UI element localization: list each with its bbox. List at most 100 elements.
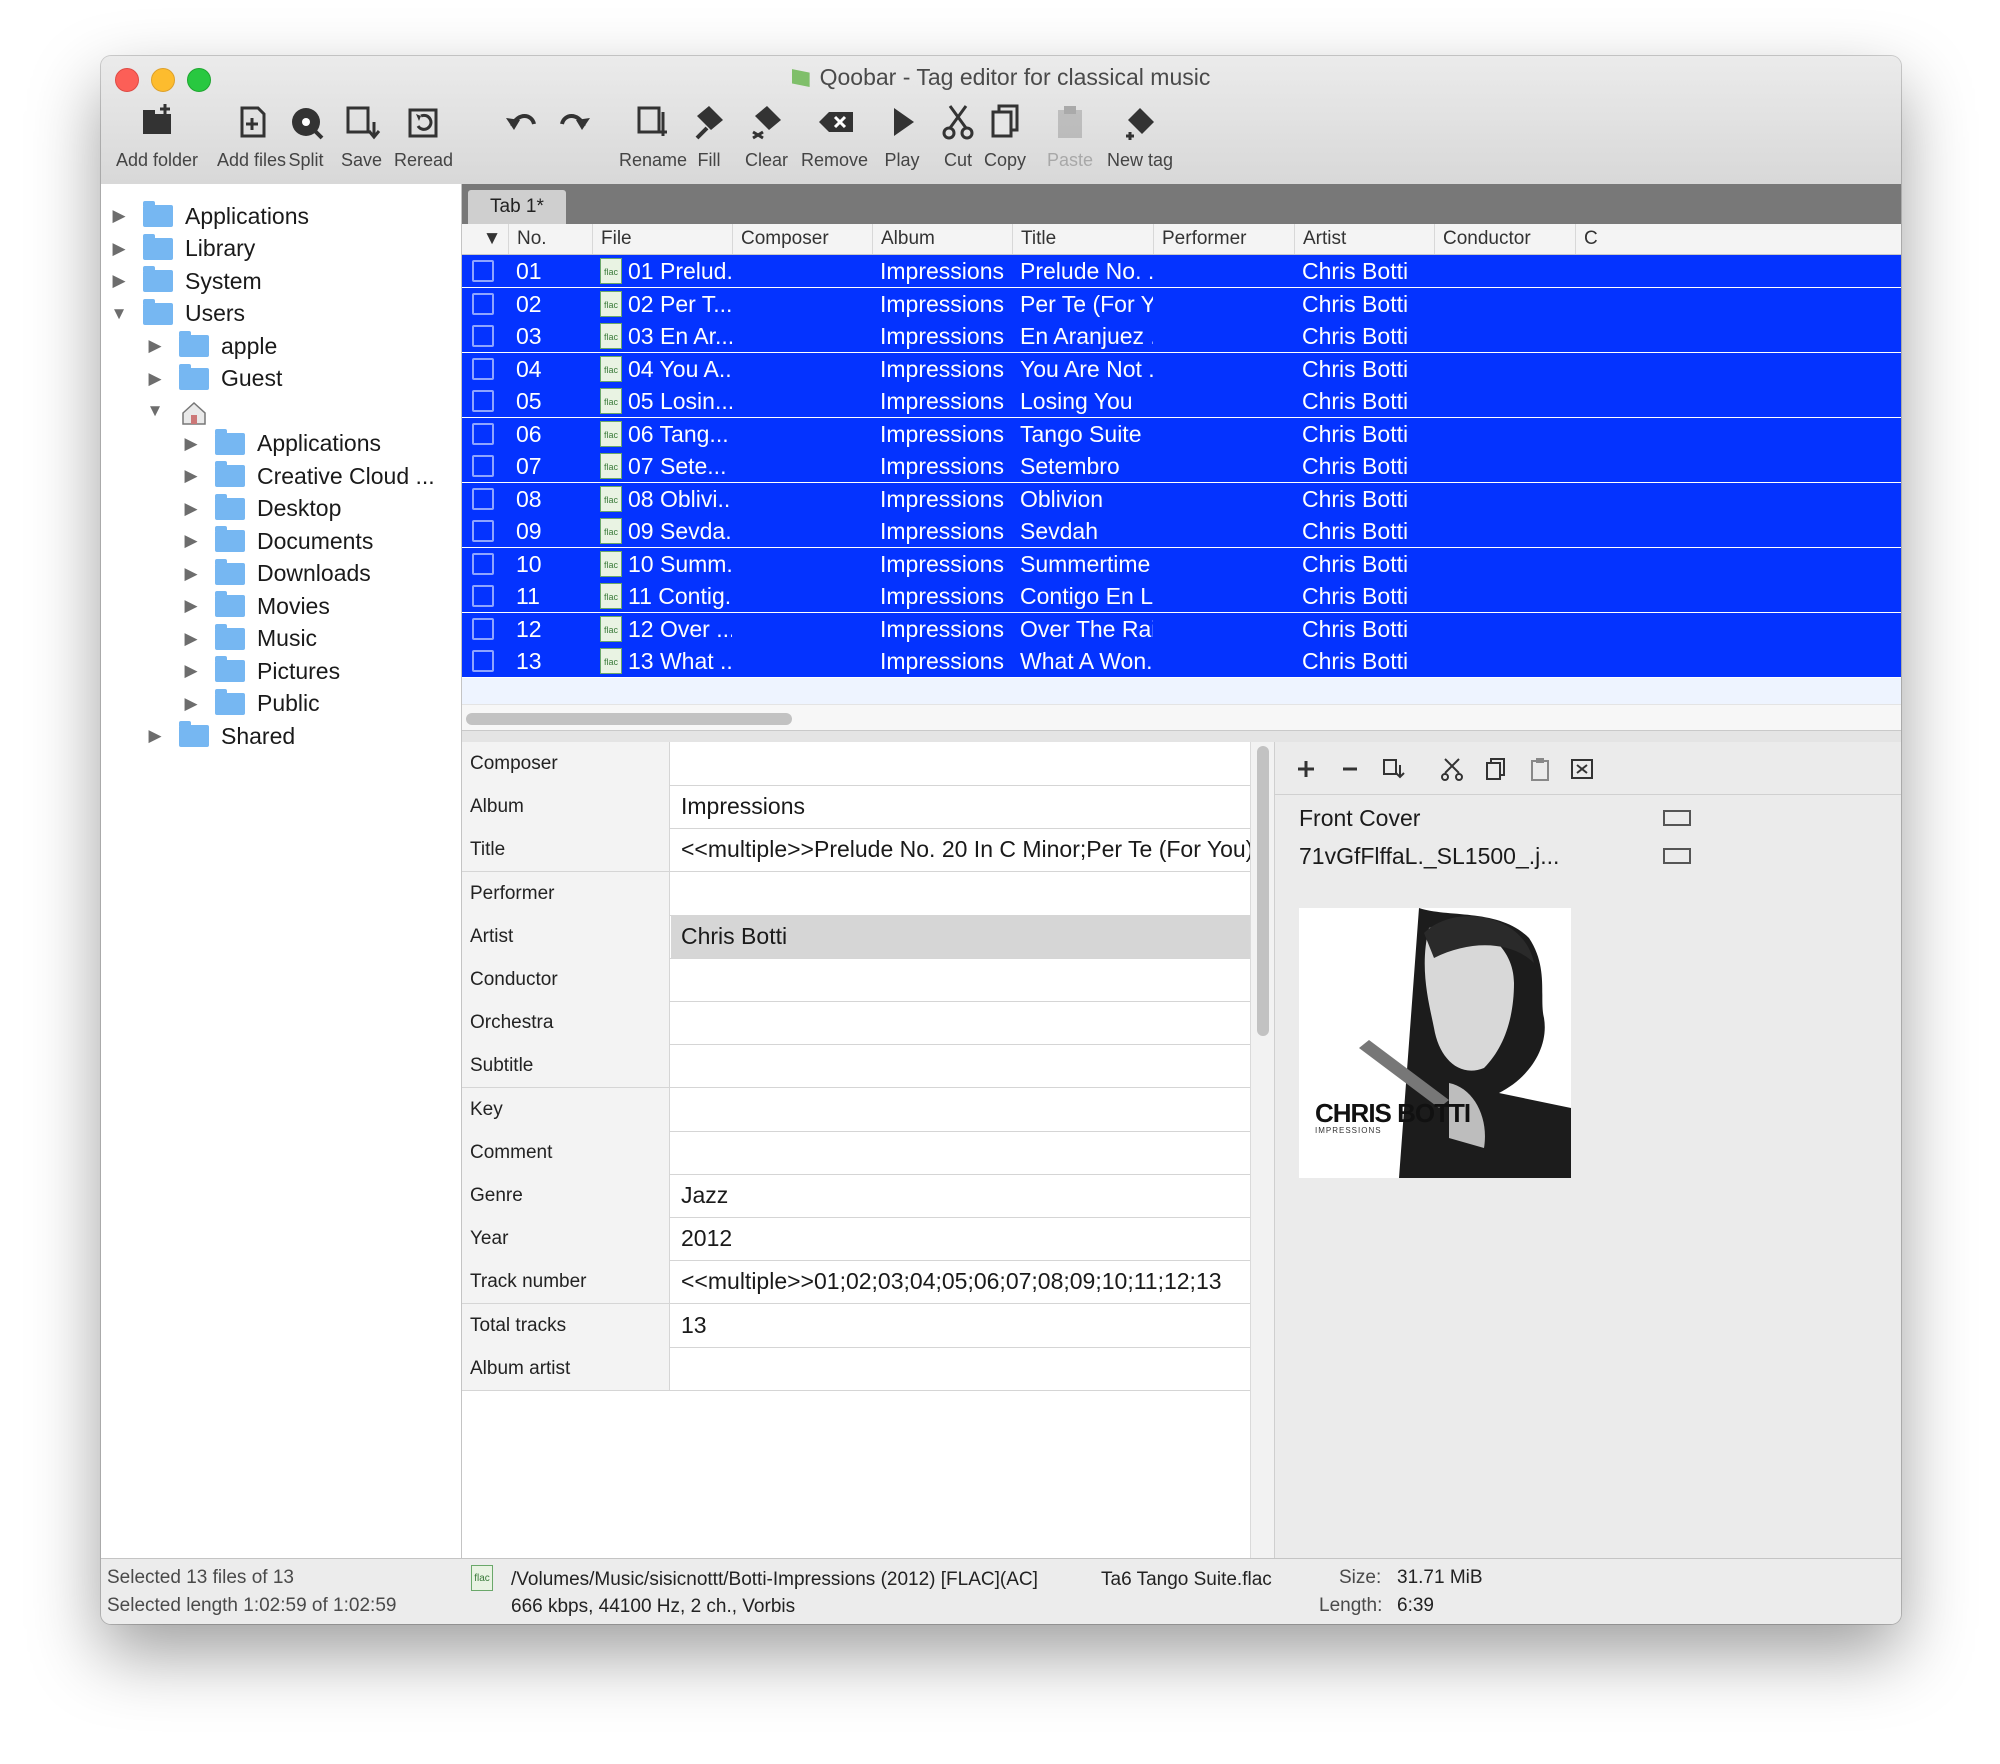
column-header[interactable]: No. [508, 224, 592, 254]
undo-button[interactable] [502, 102, 542, 182]
remove-image-button[interactable] [1333, 752, 1367, 786]
artwork-type-picker-icon[interactable] [1663, 810, 1691, 826]
property-value-field[interactable]: 2012 [671, 1217, 1250, 1260]
disclosure-collapsed-icon[interactable]: ▶ [181, 466, 201, 486]
property-row[interactable]: Composer [462, 742, 1250, 786]
column-header[interactable]: Performer [1153, 224, 1294, 254]
property-value-field[interactable] [671, 1044, 1250, 1087]
property-row[interactable]: Subtitle [462, 1044, 1250, 1089]
property-value-field[interactable]: Chris Botti [671, 914, 1250, 958]
properties-vertical-scrollbar[interactable] [1250, 742, 1275, 1558]
table-row[interactable]: flac 08 08 Oblivi... Impressions Oblivion Chr… [462, 482, 1901, 515]
property-value-field[interactable]: Jazz [671, 1174, 1250, 1217]
property-row[interactable]: Conductor [462, 958, 1250, 1002]
disclosure-collapsed-icon[interactable]: ▶ [181, 499, 201, 519]
disclosure-collapsed-icon[interactable]: ▶ [181, 596, 201, 616]
add-folder-button[interactable]: Add folder [116, 102, 198, 182]
tag-properties-table[interactable]: Composer Album Impressions Title <<multiple>… [462, 742, 1250, 1558]
column-header[interactable]: Title [1012, 224, 1153, 254]
artwork-filename-label[interactable]: 71vGfFlffaL._SL1500_.j... [1299, 836, 1559, 876]
table-row[interactable]: flac 04 04 You A... Impressions You Are Not … [462, 352, 1901, 385]
tree-item[interactable]: ▼ Users [109, 298, 245, 330]
table-row[interactable]: flac 02 02 Per T... Impressions Per Te (For … [462, 287, 1901, 320]
scrollbar-thumb[interactable] [1257, 746, 1269, 1036]
tree-item[interactable]: ▶ Creative Cloud ... [181, 460, 435, 492]
disclosure-collapsed-icon[interactable]: ▶ [181, 531, 201, 551]
property-value-field[interactable] [671, 872, 1250, 915]
property-row[interactable]: Comment [462, 1130, 1250, 1175]
cut-image-button[interactable] [1435, 752, 1469, 786]
disclosure-collapsed-icon[interactable]: ▶ [145, 369, 165, 389]
column-header[interactable]: Composer [732, 224, 872, 254]
add-files-button[interactable]: Add files [217, 102, 286, 182]
property-row[interactable]: Album artist [462, 1346, 1250, 1391]
table-horizontal-scrollbar[interactable] [462, 704, 1901, 731]
copy-button[interactable]: Copy [984, 102, 1026, 182]
tree-item[interactable]: ▶ Music [181, 623, 317, 655]
tree-item[interactable]: ▶ Public [181, 688, 320, 720]
tree-item[interactable]: ▶ Library [109, 233, 255, 265]
property-row[interactable]: Total tracks 13 [462, 1303, 1250, 1348]
column-header[interactable]: File [592, 224, 732, 254]
disclosure-collapsed-icon[interactable]: ▶ [109, 206, 129, 226]
clear-button[interactable]: Clear [745, 102, 788, 182]
fill-button[interactable]: Fill [689, 102, 729, 182]
artwork-type-label[interactable]: Front Cover [1299, 798, 1420, 838]
remove-button[interactable]: Remove [801, 102, 868, 182]
disclosure-expanded-icon[interactable]: ▼ [145, 401, 165, 421]
tree-item[interactable]: ▶ Shared [145, 720, 295, 752]
tab-1[interactable]: Tab 1* [468, 190, 566, 224]
rename-button[interactable]: Rename [619, 102, 687, 182]
table-row[interactable]: flac 13 13 What ... Impressions What A Won..… [462, 645, 1901, 677]
property-row[interactable]: Title <<multiple>>Prelude No. 20 In C Min… [462, 828, 1250, 873]
copy-image-button[interactable] [1479, 752, 1513, 786]
property-value-field[interactable]: Impressions [671, 785, 1250, 828]
save-button[interactable]: Save [341, 102, 382, 182]
property-row[interactable]: Year 2012 [462, 1217, 1250, 1262]
new-tag-button[interactable]: New tag [1107, 102, 1173, 182]
table-row[interactable]: flac 07 07 Sete... Impressions Setembro Chris… [462, 450, 1901, 482]
table-row[interactable]: flac 06 06 Tang... Impressions Tango Suite Ch… [462, 417, 1901, 450]
disclosure-collapsed-icon[interactable]: ▶ [145, 726, 165, 746]
disclosure-collapsed-icon[interactable]: ▶ [181, 434, 201, 454]
column-header[interactable]: Artist [1294, 224, 1434, 254]
disclosure-expanded-icon[interactable]: ▼ [109, 304, 129, 324]
column-header[interactable]: C [1575, 224, 1901, 254]
disclosure-collapsed-icon[interactable]: ▶ [109, 271, 129, 291]
disclosure-collapsed-icon[interactable]: ▶ [109, 239, 129, 259]
property-value-field[interactable] [671, 1347, 1250, 1390]
property-value-field[interactable]: <<multiple>>01;02;03;04;05;06;07;08;09;1… [671, 1260, 1250, 1303]
tree-item[interactable]: ▼ [145, 395, 221, 427]
table-row[interactable]: flac 05 05 Losin... Impressions Losing You Ch… [462, 385, 1901, 417]
tree-item[interactable]: ▶ Guest [145, 363, 282, 395]
redo-button[interactable] [554, 102, 594, 182]
tree-item[interactable]: ▶ Movies [181, 590, 330, 622]
property-value-field[interactable] [671, 1001, 1250, 1044]
property-value-field[interactable] [671, 742, 1250, 785]
disclosure-collapsed-icon[interactable]: ▶ [181, 629, 201, 649]
table-row[interactable]: flac 09 09 Sevda... Impressions Sevdah Chris … [462, 515, 1901, 547]
disclosure-collapsed-icon[interactable]: ▶ [181, 694, 201, 714]
property-row[interactable]: Track number <<multiple>>01;02;03;04;05;0… [462, 1260, 1250, 1305]
table-row[interactable]: flac 03 03 En Ar... Impressions En Aranjuez … [462, 320, 1901, 352]
tree-item[interactable]: ▶ Documents [181, 525, 373, 557]
cut-button[interactable]: Cut [938, 102, 978, 182]
split-button[interactable]: Split [286, 102, 326, 182]
property-row[interactable]: Orchestra [462, 1001, 1250, 1046]
disclosure-collapsed-icon[interactable]: ▶ [181, 661, 201, 681]
tree-item[interactable]: ▶ Applications [181, 428, 381, 460]
play-button[interactable]: Play [882, 102, 922, 182]
table-row[interactable]: flac 01 01 Prelud... Impressions Prelude No.… [462, 255, 1901, 287]
property-row[interactable]: Key [462, 1087, 1250, 1132]
column-header[interactable]: Album [872, 224, 1012, 254]
tree-item[interactable]: ▶ Desktop [181, 493, 341, 525]
export-image-button[interactable] [1377, 752, 1411, 786]
property-row[interactable]: Artist Chris Botti [462, 914, 1250, 959]
tree-item[interactable]: ▶ Pictures [181, 655, 340, 687]
property-value-field[interactable] [671, 1088, 1250, 1131]
tree-item[interactable]: ▶ System [109, 265, 262, 297]
table-row[interactable]: flac 10 10 Summ... Impressions Summertime Chr… [462, 547, 1901, 580]
tree-item[interactable]: ▶ Downloads [181, 558, 371, 590]
property-row[interactable]: Genre Jazz [462, 1174, 1250, 1218]
disclosure-collapsed-icon[interactable]: ▶ [145, 336, 165, 356]
